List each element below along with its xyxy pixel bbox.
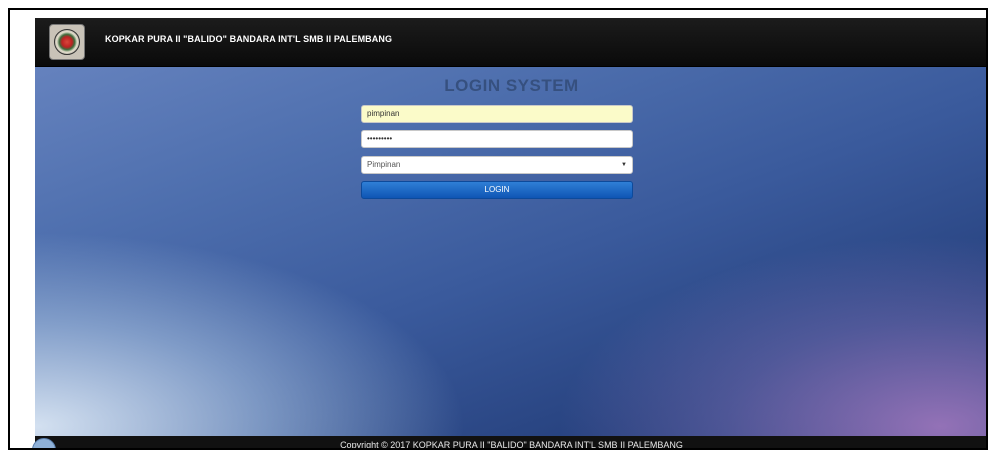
screenshot-frame: KOPKAR PURA II "BALIDO" BANDARA INT'L SM… [8,8,988,450]
emblem-seal [54,29,80,55]
username-input[interactable]: pimpinan [361,105,633,123]
role-select[interactable]: Pimpinan ▼ [361,156,633,174]
password-input[interactable]: ••••••••• [361,130,633,148]
chevron-down-icon: ▼ [621,162,627,168]
login-page: KOPKAR PURA II "BALIDO" BANDARA INT'L SM… [35,18,986,448]
username-value: pimpinan [367,109,400,118]
login-button[interactable]: LOGIN [361,181,633,199]
role-selected-value: Pimpinan [367,160,401,169]
password-mask: ••••••••• [367,134,393,143]
copyright-text: Copyright © 2017 KOPKAR PURA II "BALIDO"… [340,440,683,448]
cooperative-emblem-icon[interactable] [49,24,85,60]
top-navbar: KOPKAR PURA II "BALIDO" BANDARA INT'L SM… [35,18,986,67]
brand-title[interactable]: KOPKAR PURA II "BALIDO" BANDARA INT'L SM… [105,34,392,44]
footer-bar: Copyright © 2017 KOPKAR PURA II "BALIDO"… [35,436,986,448]
login-title: LOGIN SYSTEM [444,76,579,95]
